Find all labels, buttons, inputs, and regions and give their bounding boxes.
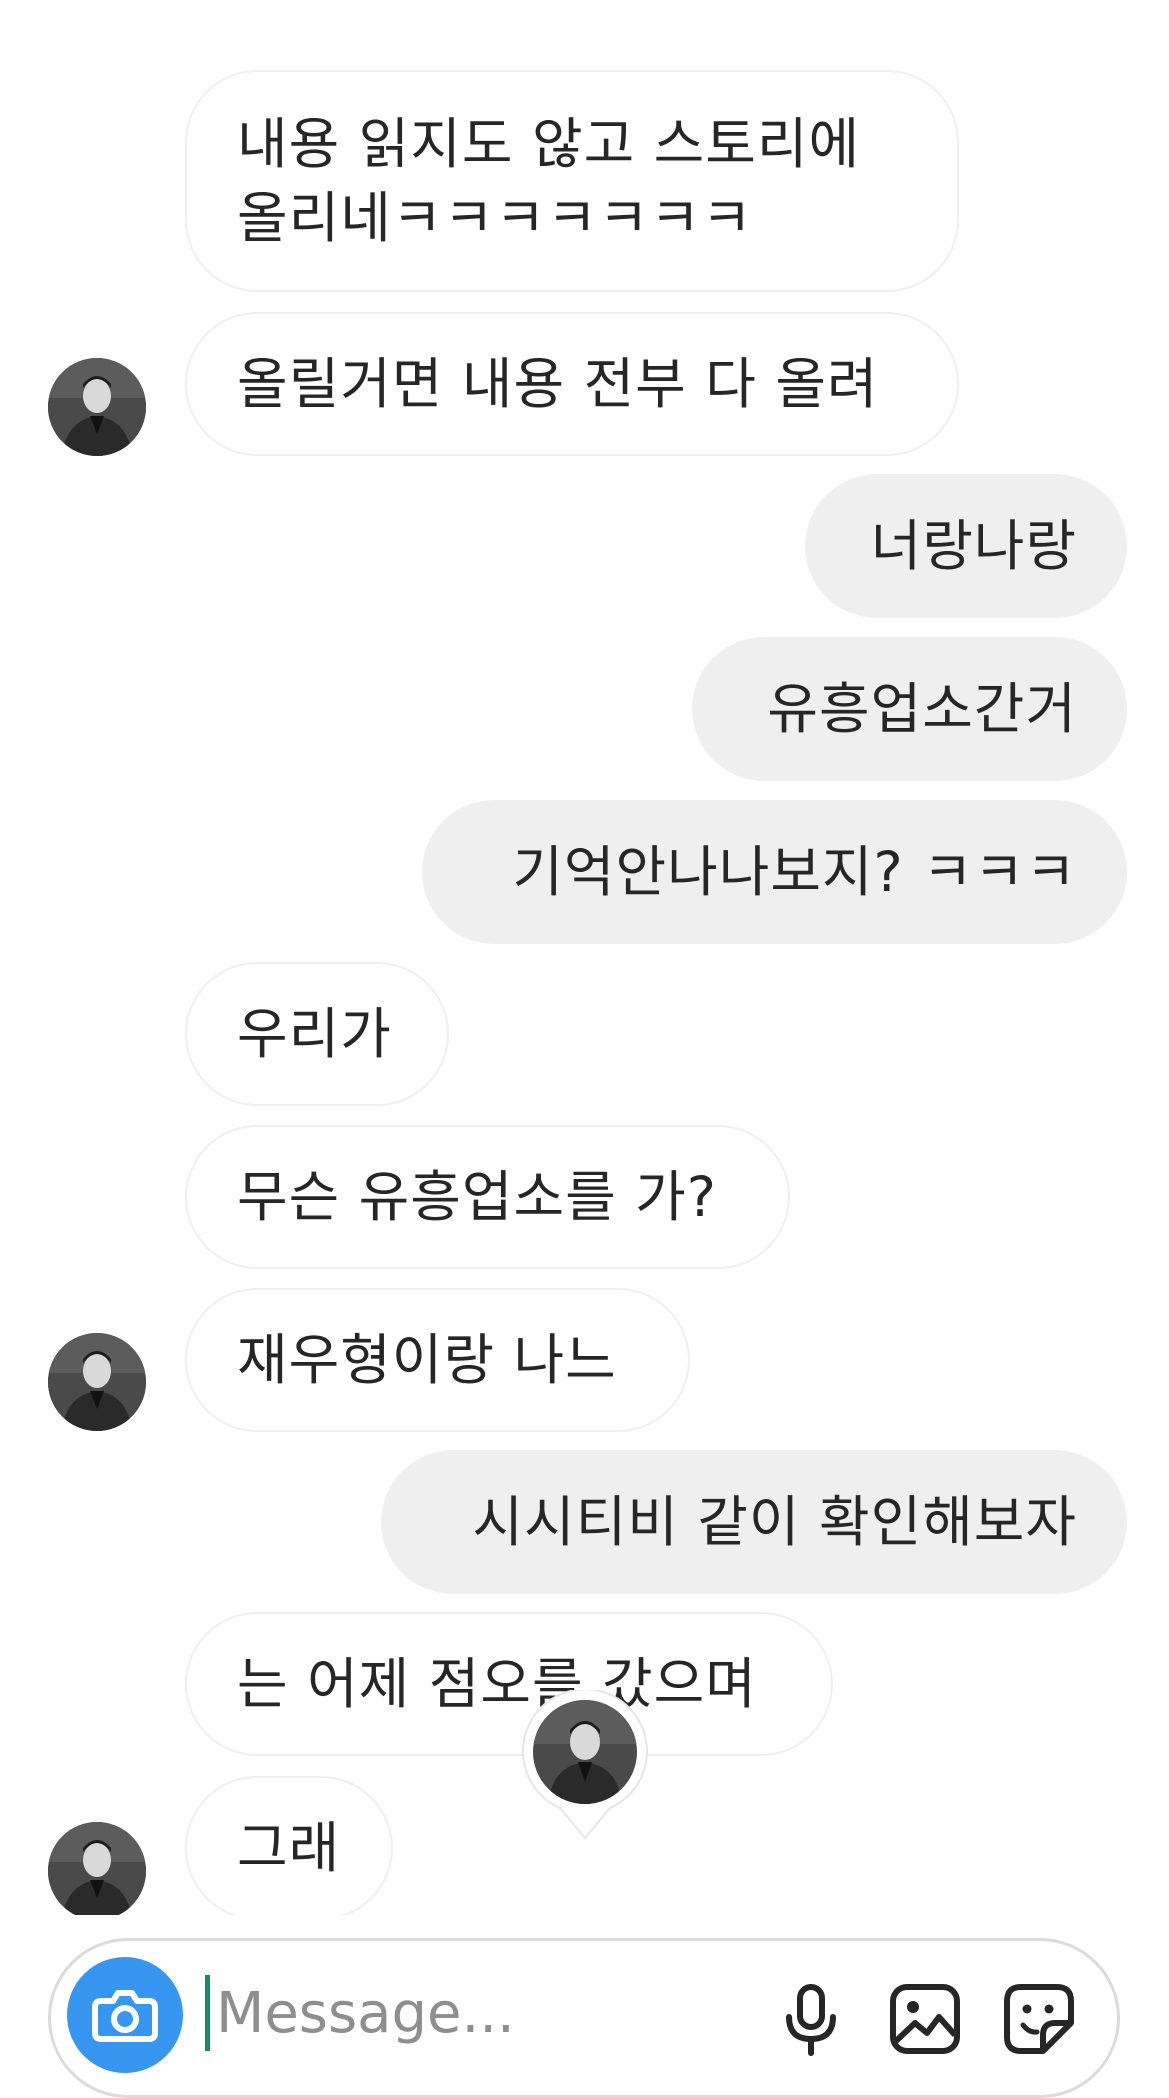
message-text: 유흥업소간거	[767, 677, 1077, 741]
chat-thread[interactable]: 내용 읽지도 않고 스토리에 올리네ㅋㅋㅋㅋㅋㅋㅋ 올릴거면 내용 전부 다 올…	[0, 0, 1169, 1915]
message-text: 재우형이랑 나느	[237, 1328, 617, 1392]
message-text: 시시티비 같이 확인해보자	[472, 1490, 1077, 1554]
incoming-message-bubble[interactable]: 우리가	[185, 962, 449, 1106]
incoming-message-bubble[interactable]: 무슨 유흥업소를 가?	[185, 1125, 790, 1269]
message-text: 는 어제 점오를 갔으며	[237, 1652, 757, 1716]
sticker-icon	[1004, 1984, 1074, 2054]
sender-avatar[interactable]	[48, 1333, 146, 1431]
outgoing-message-bubble[interactable]: 시시티비 같이 확인해보자	[381, 1450, 1127, 1594]
incoming-message-bubble[interactable]: 그래	[185, 1776, 393, 1915]
message-text: 올릴거면 내용 전부 다 올려	[237, 352, 879, 416]
message-line: 올리네ㅋㅋㅋㅋㅋㅋㅋ	[237, 186, 754, 250]
sender-avatar[interactable]	[48, 1822, 146, 1915]
incoming-message-bubble[interactable]: 올릴거면 내용 전부 다 올려	[185, 312, 959, 456]
message-text: 그래	[237, 1816, 341, 1880]
message-line: 내용 읽지도 않고 스토리에	[237, 112, 861, 176]
text-cursor	[205, 1975, 210, 2051]
microphone-button[interactable]	[769, 1977, 853, 2061]
camera-button[interactable]	[67, 1957, 183, 2073]
outgoing-message-bubble[interactable]: 기억안나나보지? ㅋㅋㅋ	[422, 800, 1127, 944]
message-input[interactable]	[216, 1965, 756, 2061]
outgoing-message-bubble[interactable]: 너랑나랑	[805, 474, 1127, 618]
typing-indicator-avatar[interactable]	[520, 1688, 650, 1840]
microphone-icon	[786, 1984, 836, 2056]
incoming-message-bubble[interactable]: 재우형이랑 나느	[185, 1288, 690, 1432]
camera-icon	[92, 1990, 158, 2042]
sender-avatar[interactable]	[48, 358, 146, 456]
message-text: 기억안나나보지? ㅋㅋㅋ	[512, 840, 1077, 904]
incoming-message-bubble[interactable]: 내용 읽지도 않고 스토리에 올리네ㅋㅋㅋㅋㅋㅋㅋ	[185, 70, 959, 292]
message-text: 너랑나랑	[870, 514, 1077, 578]
incoming-message-bubble[interactable]: 는 어제 점오를 갔으며	[185, 1612, 833, 1756]
message-text: 무슨 유흥업소를 가?	[237, 1165, 717, 1229]
message-composer	[48, 1938, 1120, 2098]
outgoing-message-bubble[interactable]: 유흥업소간거	[692, 637, 1127, 781]
sticker-button[interactable]	[997, 1977, 1081, 2061]
gallery-button[interactable]	[883, 1977, 967, 2061]
message-text: 우리가	[237, 1002, 392, 1066]
gallery-icon	[890, 1984, 960, 2054]
